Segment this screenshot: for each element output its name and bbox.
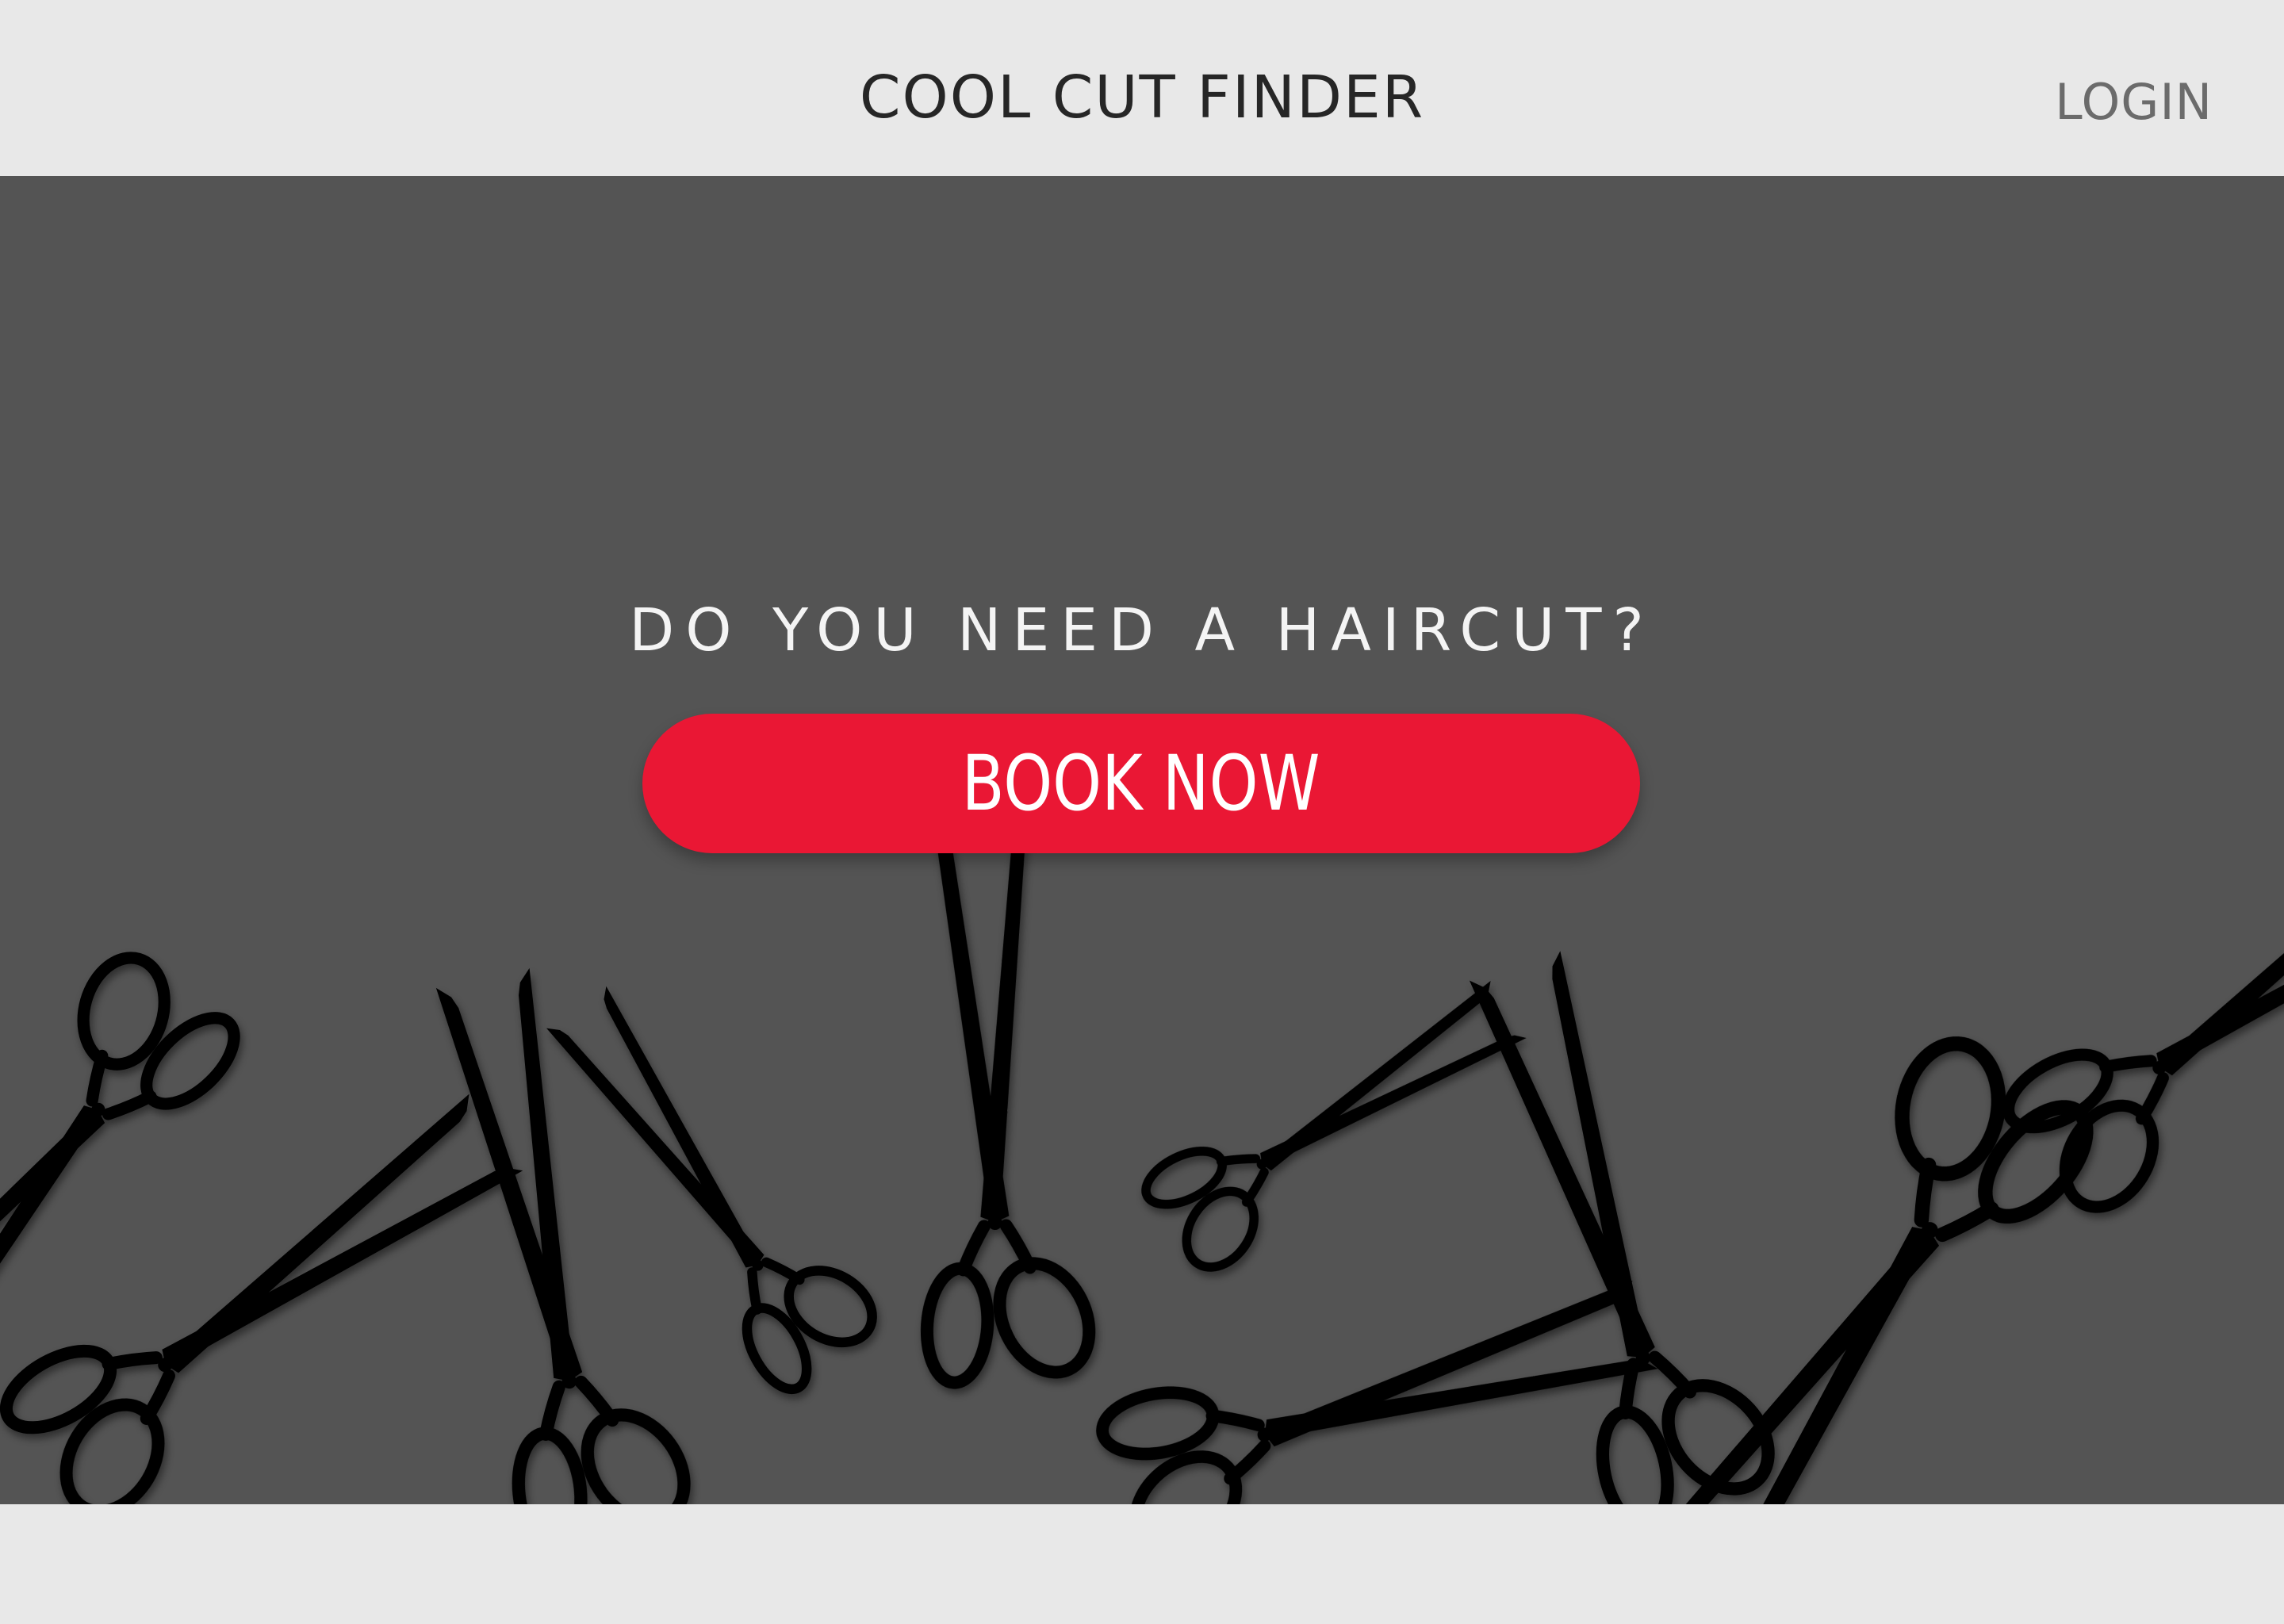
login-link[interactable]: LOGIN bbox=[2055, 0, 2213, 205]
scissors-icon bbox=[1441, 932, 1799, 1504]
hero-banner: DO YOU NEED A HAIRCUT? BOOK NOW bbox=[0, 176, 2284, 1504]
scissors-icon bbox=[1988, 787, 2284, 1241]
scissors-icon bbox=[1087, 1253, 1674, 1504]
scissors-icon bbox=[527, 959, 900, 1405]
scissors-icon bbox=[904, 815, 1108, 1392]
app-title: COOL CUT FINDER bbox=[859, 63, 1425, 132]
book-now-label: BOOK NOW bbox=[962, 739, 1320, 828]
hero-question: DO YOU NEED A HAIRCUT? bbox=[629, 596, 1655, 665]
top-bar: COOL CUT FINDER LOGIN bbox=[0, 0, 2284, 176]
footer-bar bbox=[0, 1504, 2284, 1624]
book-now-button[interactable]: BOOK NOW bbox=[642, 714, 1640, 853]
